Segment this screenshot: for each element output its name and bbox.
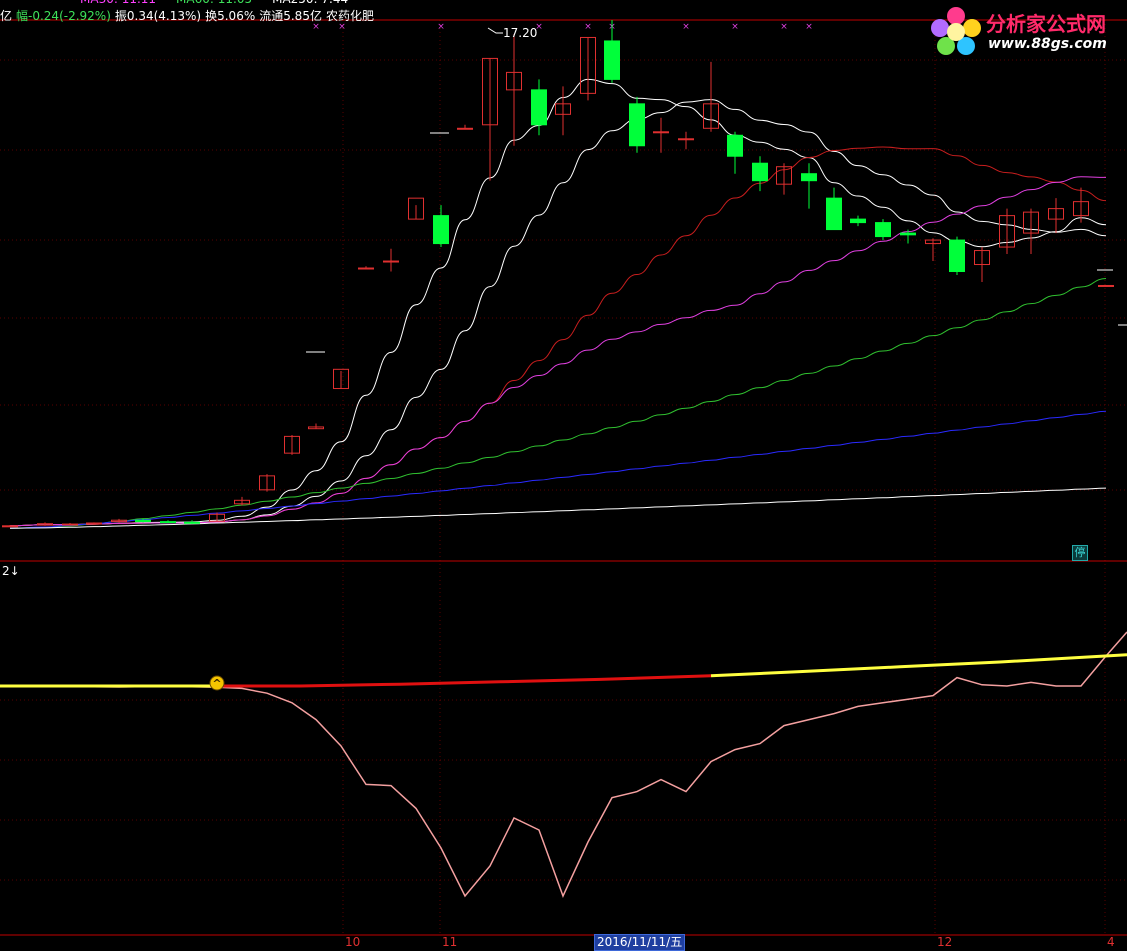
lower-panel-label: 2↓ (2, 564, 20, 578)
candle-body-down (629, 103, 645, 147)
ma-legend-item: MA60: 11.05 (176, 0, 252, 6)
limit-marker: × (682, 22, 690, 32)
candle-body-down (184, 521, 200, 524)
candle-body-down (604, 40, 620, 80)
ma60-line (9, 277, 1107, 529)
candle-body-down (531, 89, 547, 126)
candle-body-up (653, 131, 669, 134)
candle-body-down (801, 173, 817, 182)
signal-marker-glyph: ^ (212, 677, 221, 690)
ma-legend-item: MA250: 7.44 (272, 0, 348, 6)
site-logo: 分析家公式网 www.88gs.com (928, 4, 1124, 60)
stock-chart-window: ××××××××××^ MA30: 11.11MA60: 11.05MA250:… (0, 0, 1127, 951)
x-tick-label: 11 (442, 935, 458, 949)
limit-marker: × (780, 22, 788, 32)
candle-body-down (850, 218, 866, 224)
ma30-line (9, 176, 1107, 527)
header-item: 幅-0.24(-2.92%) (16, 9, 111, 23)
candle-body-up (678, 138, 694, 141)
candle-body-up (358, 267, 374, 270)
indicator-series-line (0, 631, 1127, 898)
x-tick-label: 12 (937, 935, 953, 949)
candle-body-up (457, 127, 473, 130)
candle-body-down (433, 215, 449, 245)
ma20-line (9, 146, 1107, 527)
limit-marker: × (437, 22, 445, 32)
candle-body-up (2, 525, 18, 528)
cursor-date: 2016/11/11/五 (594, 934, 686, 951)
header-item: 流通5.85亿 (259, 9, 322, 23)
x-tick-label: 4 (1107, 935, 1115, 949)
price-annotation-leader (487, 27, 503, 34)
candle-body-down (160, 521, 176, 524)
flower-logo-icon (931, 7, 981, 55)
header-item: 亿 (0, 9, 13, 23)
header-item: 振0.34(4.13%) (114, 9, 202, 23)
header-item: 农药化肥 (325, 9, 374, 23)
candle-body-up (62, 523, 78, 526)
candle-body-down (949, 239, 965, 273)
candle-body-down (135, 519, 151, 523)
logo-url: www.88gs.com (988, 36, 1107, 52)
limit-marker: × (805, 22, 813, 32)
ma5-line (9, 78, 1107, 527)
ma-legend-item: MA30: 11.11 (80, 0, 156, 6)
x-tick-label: 10 (345, 935, 361, 949)
halt-badge[interactable]: 停 (1072, 545, 1088, 561)
header-item: 换5.06% (205, 9, 256, 23)
indicator-series-line (710, 653, 1127, 678)
limit-marker: × (731, 22, 739, 32)
limit-marker: × (584, 22, 592, 32)
candle-body-up (383, 260, 399, 263)
ma10-line (9, 99, 1107, 527)
price-annotation: 17.20 (503, 26, 538, 40)
indicator-series-line (217, 674, 712, 688)
logo-title: 分析家公式网 (986, 12, 1106, 36)
candle-body-up (1098, 284, 1114, 287)
candle-body-down (752, 162, 768, 182)
candle-body-down (900, 232, 916, 236)
candle-body-down (826, 197, 842, 231)
candle-body-down (875, 222, 891, 238)
candle-body-down (727, 134, 743, 157)
chart-canvas[interactable]: ××××××××××^ (0, 0, 1127, 951)
